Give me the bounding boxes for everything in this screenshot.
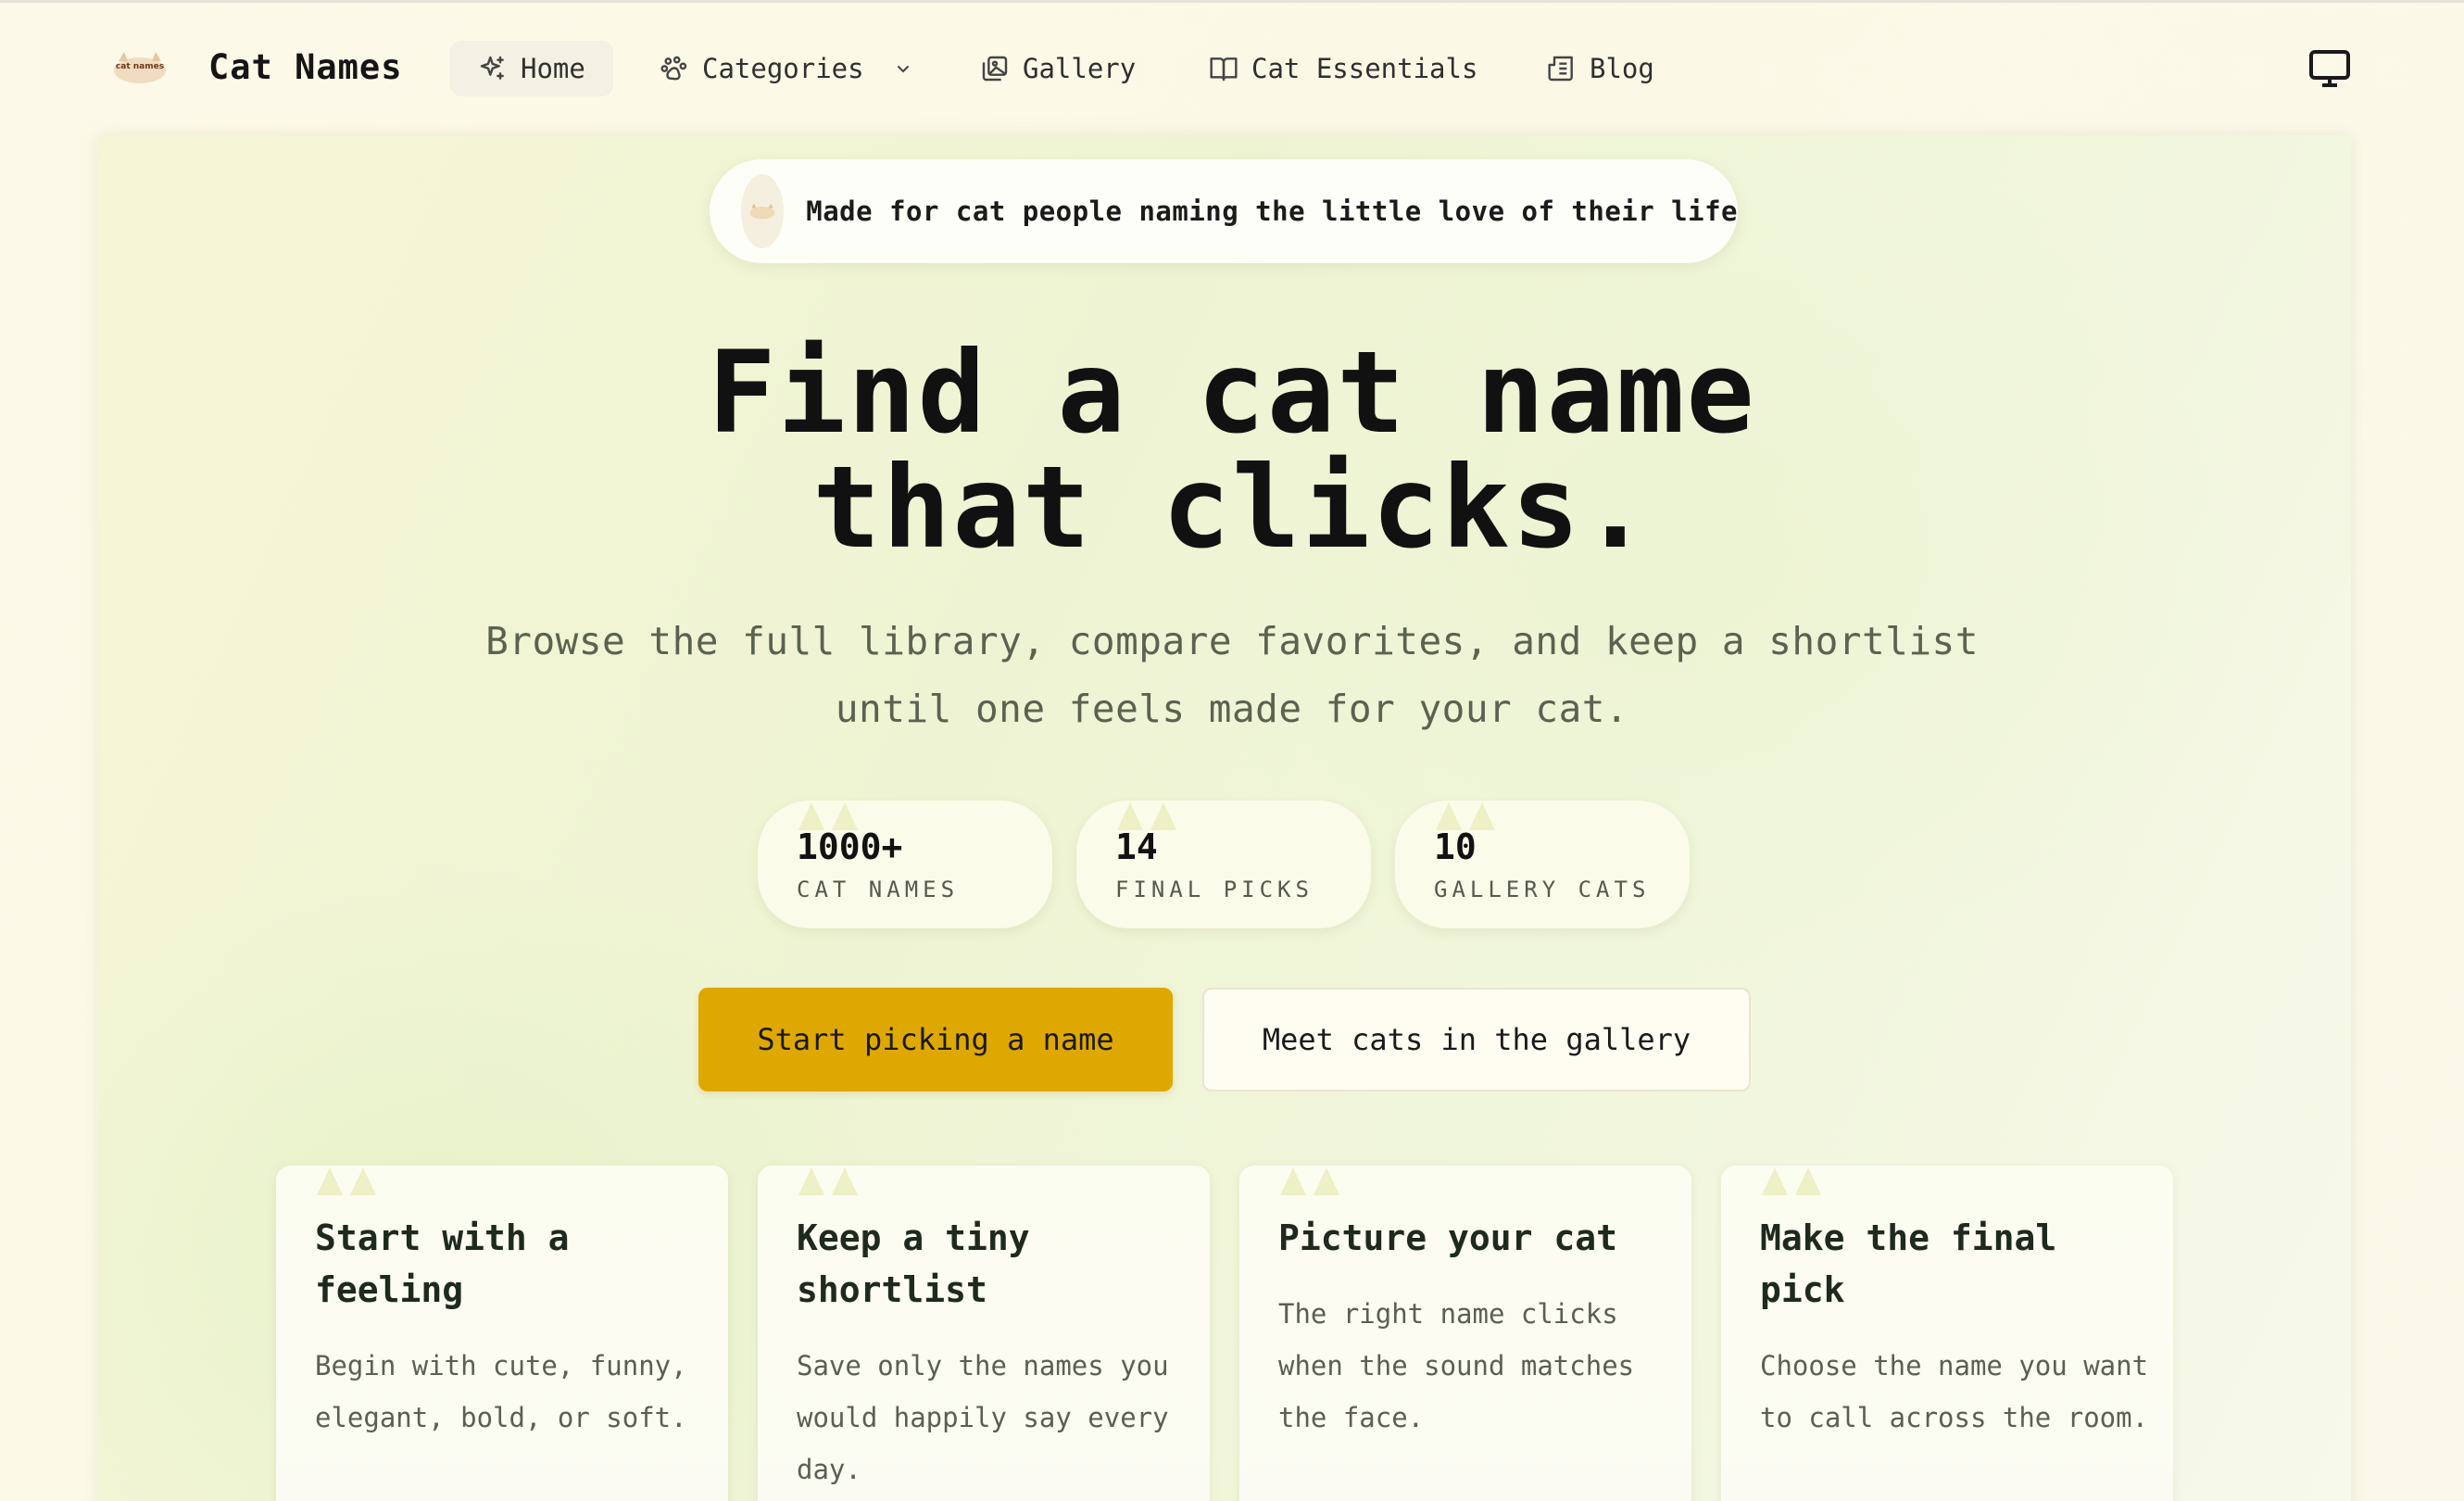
- cat-ears-decoration: [798, 1167, 858, 1195]
- nav-categories-label: Categories: [702, 53, 864, 84]
- nav-gallery-label: Gallery: [1023, 53, 1137, 84]
- stat-label: CAT NAMES: [797, 877, 960, 902]
- cat-ears-decoration: [1280, 1167, 1339, 1195]
- stat-cat-names: 1000+ CAT NAMES: [758, 801, 1052, 928]
- nav-categories[interactable]: Categories: [632, 41, 942, 96]
- start-picking-button[interactable]: Start picking a name: [698, 988, 1173, 1091]
- hero-pill-badge: Made for cat people naming the little lo…: [710, 159, 1738, 263]
- stat-label: FINAL PICKS: [1115, 877, 1314, 902]
- nav-home[interactable]: Home: [450, 41, 613, 96]
- hero-title: Find a cat name that clicks.: [306, 335, 2158, 565]
- stat-label: GALLERY CATS: [1434, 877, 1651, 902]
- theme-toggle-button[interactable]: [2299, 41, 2360, 96]
- meet-cats-gallery-button[interactable]: Meet cats in the gallery: [1202, 988, 1751, 1091]
- step-card: Keep a tiny shortlist Save only the name…: [758, 1166, 1210, 1501]
- nav-blog[interactable]: Blog: [1519, 41, 1682, 96]
- cat-ears-decoration: [1436, 802, 1495, 830]
- step-card: Start with a feeling Begin with cute, fu…: [276, 1166, 728, 1501]
- stat-gallery-cats: 10 GALLERY CATS: [1395, 801, 1690, 928]
- stat-value: 1000+: [797, 826, 903, 867]
- monitor-icon: [2309, 50, 2350, 87]
- card-text: Begin with cute, funny, elegant, bold, o…: [315, 1350, 687, 1433]
- brand-name[interactable]: Cat Names: [208, 44, 402, 91]
- nav-cat-essentials-label: Cat Essentials: [1251, 53, 1478, 84]
- cat-ears-decoration: [317, 1167, 376, 1195]
- pill-avatar: [741, 174, 785, 248]
- card-text: Save only the names you would happily sa…: [797, 1350, 1169, 1485]
- cat-ears-decoration: [1762, 1167, 1821, 1195]
- hero-title-line1: Find a cat name: [708, 327, 1756, 459]
- cat-names-logo[interactable]: cat names: [111, 48, 169, 87]
- nav-gallery[interactable]: Gallery: [952, 41, 1163, 96]
- card-title: Keep a tiny shortlist: [797, 1217, 1030, 1310]
- paw-icon: [660, 56, 687, 81]
- stat-value: 14: [1115, 826, 1158, 867]
- card-title: Picture your cat: [1278, 1217, 1618, 1258]
- gallery-icon: [982, 56, 1008, 82]
- chevron-down-icon: [897, 66, 909, 73]
- pill-text: Made for cat people naming the little lo…: [806, 196, 1738, 227]
- cat-ears-decoration: [798, 802, 858, 830]
- sparkles-icon: [480, 56, 504, 80]
- logo-text: cat names: [116, 62, 164, 71]
- cat-ears-decoration: [1117, 802, 1176, 830]
- card-text: The right name clicks when the sound mat…: [1278, 1298, 1635, 1433]
- step-card: Picture your cat The right name clicks w…: [1239, 1166, 1691, 1501]
- cat-logo-icon: [749, 203, 775, 220]
- card-title: Start with a feeling: [315, 1217, 570, 1310]
- hero-title-line2: that clicks.: [812, 442, 1652, 574]
- stat-value: 10: [1434, 826, 1477, 867]
- newspaper-icon: [1548, 56, 1573, 82]
- stat-final-picks: 14 FINAL PICKS: [1076, 801, 1371, 928]
- site-header: cat names Cat Names Home Categories Gall…: [0, 0, 2464, 137]
- book-icon: [1210, 57, 1238, 82]
- nav-cat-essentials[interactable]: Cat Essentials: [1181, 41, 1505, 96]
- card-text: Choose the name you want to call across …: [1760, 1350, 2149, 1433]
- nav-blog-label: Blog: [1590, 53, 1654, 84]
- step-card: Make the final pick Choose the name you …: [1721, 1166, 2173, 1501]
- card-title: Make the final pick: [1760, 1217, 2057, 1310]
- nav-home-label: Home: [521, 53, 585, 84]
- hero-subtitle: Browse the full library, compare favorit…: [485, 619, 1979, 731]
